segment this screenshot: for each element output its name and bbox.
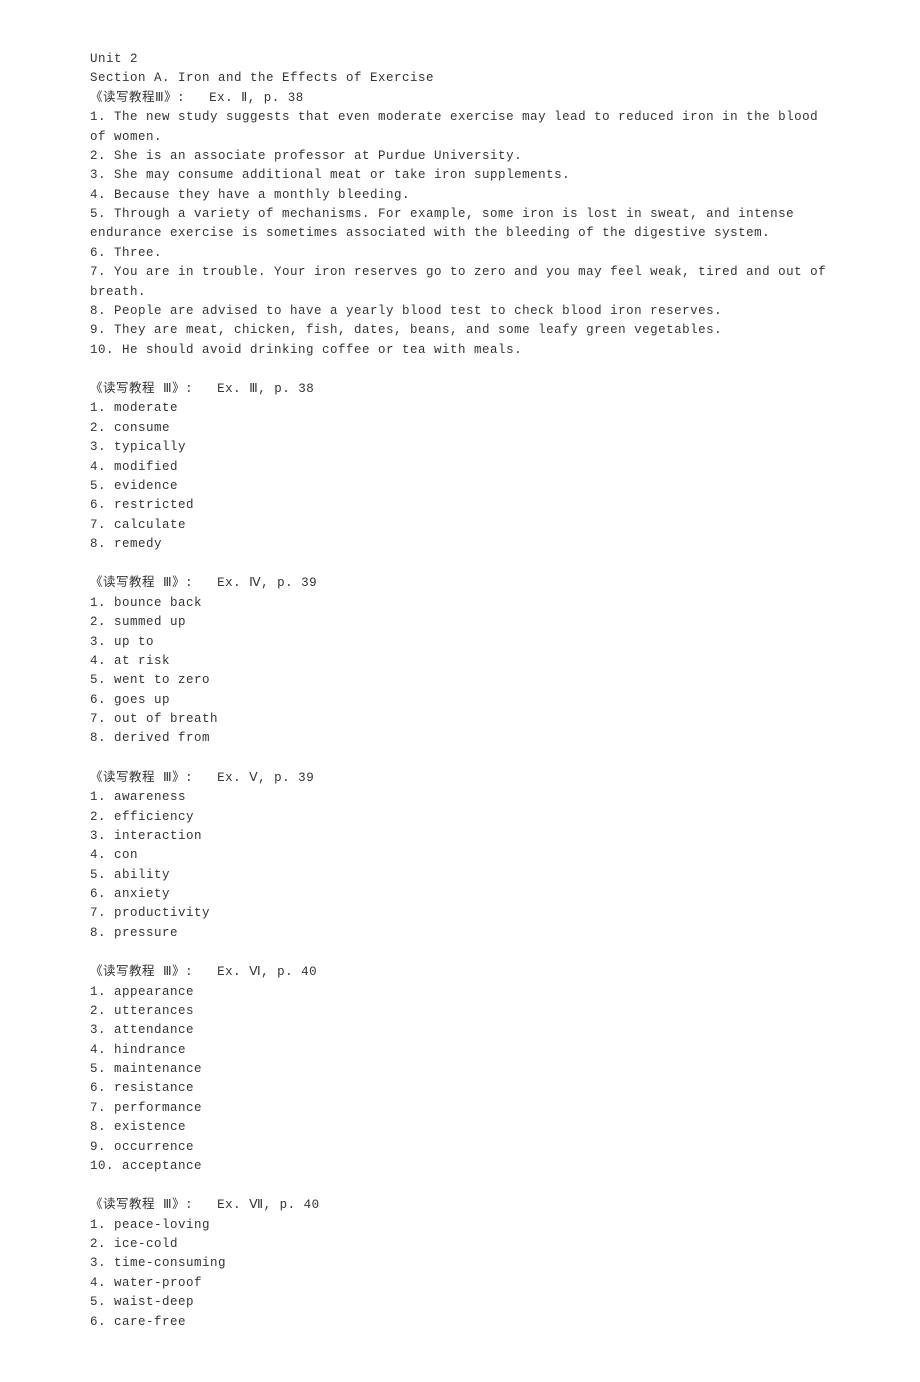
exercise-title: 《读写教程 Ⅲ》: Ex. Ⅶ, p. 40 xyxy=(90,1196,830,1215)
answer-item: 6. anxiety xyxy=(90,885,830,904)
answer-item: 6. restricted xyxy=(90,496,830,515)
answer-item: 8. pressure xyxy=(90,924,830,943)
exercise-title: 《读写教程 Ⅲ》: Ex. Ⅵ, p. 40 xyxy=(90,963,830,982)
answer-item: 9. They are meat, chicken, fish, dates, … xyxy=(90,321,830,340)
answer-item: 8. People are advised to have a yearly b… xyxy=(90,302,830,321)
answer-item: 1. moderate xyxy=(90,399,830,418)
unit-heading: Unit 2 xyxy=(90,50,830,69)
answer-item: 5. maintenance xyxy=(90,1060,830,1079)
exercise-title: 《读写教程 Ⅲ》: Ex. Ⅳ, p. 39 xyxy=(90,574,830,593)
section-gap xyxy=(90,1176,830,1196)
answer-item: 4. water-proof xyxy=(90,1274,830,1293)
answer-item: 7. performance xyxy=(90,1099,830,1118)
answer-item: 3. typically xyxy=(90,438,830,457)
answer-item: 2. ice-cold xyxy=(90,1235,830,1254)
exercise-title: 《读写教程 Ⅲ》: Ex. Ⅲ, p. 38 xyxy=(90,380,830,399)
answer-item: 9. occurrence xyxy=(90,1138,830,1157)
document-body: 《读写教程Ⅲ》: Ex. Ⅱ, p. 381. The new study su… xyxy=(90,89,830,1332)
answer-item: 1. appearance xyxy=(90,983,830,1002)
section-gap xyxy=(90,749,830,769)
answer-item: 8. derived from xyxy=(90,729,830,748)
answer-item: 4. Because they have a monthly bleeding. xyxy=(90,186,830,205)
answer-item: 2. consume xyxy=(90,419,830,438)
answer-item: 3. attendance xyxy=(90,1021,830,1040)
answer-item: 5. went to zero xyxy=(90,671,830,690)
exercise-title: 《读写教程 Ⅲ》: Ex. Ⅴ, p. 39 xyxy=(90,769,830,788)
answer-item: 6. Three. xyxy=(90,244,830,263)
answer-item: 4. modified xyxy=(90,458,830,477)
section-gap xyxy=(90,943,830,963)
answer-item: 6. resistance xyxy=(90,1079,830,1098)
answer-item: 5. waist-deep xyxy=(90,1293,830,1312)
answer-item: 8. existence xyxy=(90,1118,830,1137)
answer-item: 1. The new study suggests that even mode… xyxy=(90,108,830,147)
answer-item: 5. Through a variety of mechanisms. For … xyxy=(90,205,830,244)
answer-item: 2. She is an associate professor at Purd… xyxy=(90,147,830,166)
answer-item: 7. calculate xyxy=(90,516,830,535)
answer-item: 3. interaction xyxy=(90,827,830,846)
answer-item: 7. You are in trouble. Your iron reserve… xyxy=(90,263,830,302)
answer-item: 3. time-consuming xyxy=(90,1254,830,1273)
answer-item: 5. evidence xyxy=(90,477,830,496)
answer-item: 4. con xyxy=(90,846,830,865)
answer-item: 8. remedy xyxy=(90,535,830,554)
answer-item: 6. care-free xyxy=(90,1313,830,1332)
exercise-title: 《读写教程Ⅲ》: Ex. Ⅱ, p. 38 xyxy=(90,89,830,108)
answer-item: 7. out of breath xyxy=(90,710,830,729)
answer-item: 4. hindrance xyxy=(90,1041,830,1060)
answer-item: 3. up to xyxy=(90,633,830,652)
answer-item: 2. efficiency xyxy=(90,808,830,827)
answer-item: 1. peace-loving xyxy=(90,1216,830,1235)
section-gap xyxy=(90,554,830,574)
answer-item: 5. ability xyxy=(90,866,830,885)
answer-item: 1. bounce back xyxy=(90,594,830,613)
answer-item: 2. summed up xyxy=(90,613,830,632)
answer-item: 6. goes up xyxy=(90,691,830,710)
answer-item: 7. productivity xyxy=(90,904,830,923)
answer-item: 1. awareness xyxy=(90,788,830,807)
answer-item: 4. at risk xyxy=(90,652,830,671)
answer-item: 3. She may consume additional meat or ta… xyxy=(90,166,830,185)
section-heading: Section A. Iron and the Effects of Exerc… xyxy=(90,69,830,88)
answer-item: 10. acceptance xyxy=(90,1157,830,1176)
answer-item: 2. utterances xyxy=(90,1002,830,1021)
section-gap xyxy=(90,360,830,380)
answer-item: 10. He should avoid drinking coffee or t… xyxy=(90,341,830,360)
